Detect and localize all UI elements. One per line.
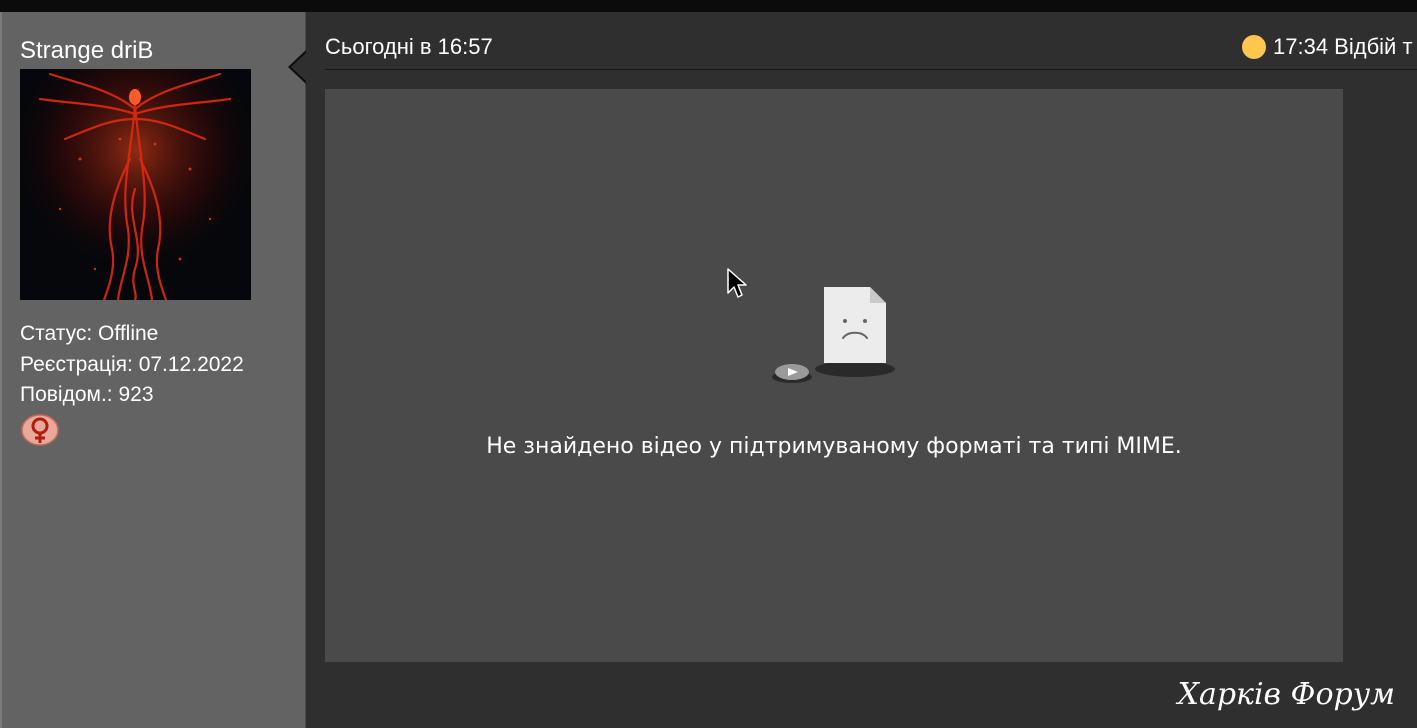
forum-logo[interactable]: Харків Форум [1178,676,1395,714]
broken-video-file-icon [772,287,895,383]
user-post-count: Повідом.: 923 [20,383,154,406]
post-pointer-arrow-inner [291,52,307,82]
user-sidebar: Strange driB Статус: Offline Реєстрація:… [0,12,306,728]
mouse-cursor-icon [726,267,748,299]
last-reply-link[interactable]: 17:34 Відбій т [1273,34,1413,60]
browser-top-edge [0,0,1417,12]
user-status: Статус: Offline [20,322,159,345]
video-player[interactable]: Не знайдено відео у підтримуваному форма… [325,89,1343,662]
post-date-link[interactable]: Сьогодні в 16:57 [325,34,493,60]
post-header: Сьогодні в 16:57 17:34 Відбій т [325,12,1417,70]
phoenix-avatar-image [20,69,251,300]
username-link[interactable]: Strange driB [20,36,153,66]
user-registration: Реєстрація: 07.12.2022 [20,353,244,376]
video-error-message: Не знайдено відео у підтримуваному форма… [486,434,1182,459]
online-dot-icon [1242,35,1266,59]
avatar[interactable] [20,69,251,300]
venus-badge-icon [20,412,60,448]
